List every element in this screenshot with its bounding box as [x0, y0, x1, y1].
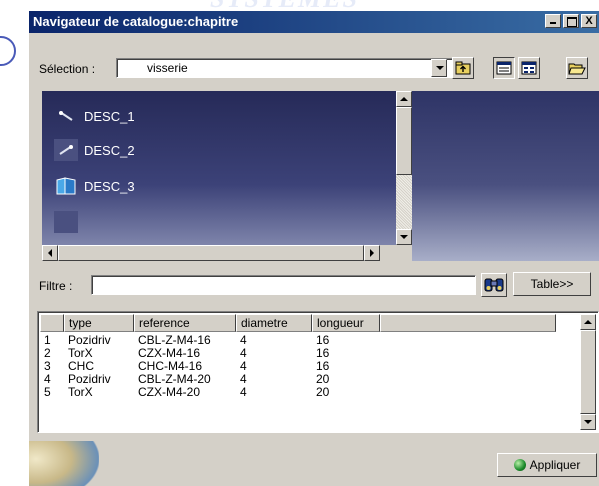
cell-longueur: 16 [316, 347, 330, 360]
cell-diametre: 4 [240, 360, 247, 373]
tree-item-label: DESC_3 [84, 178, 135, 194]
binoculars-icon [484, 278, 504, 292]
open-folder-icon [568, 63, 586, 75]
cell-reference: CBL-Z-M4-20 [138, 373, 211, 386]
selection-value: visserie [147, 61, 188, 75]
cell-reference: CZX-M4-16 [138, 347, 201, 360]
filter-input[interactable] [91, 275, 476, 295]
minimize-button[interactable] [545, 14, 561, 28]
cell-diametre: 4 [240, 373, 247, 386]
table-row[interactable]: 5 TorX CZX-M4-20 4 20 [40, 386, 380, 399]
book-icon [54, 175, 78, 197]
scroll-thumb[interactable] [396, 107, 412, 175]
scroll-thumb[interactable] [580, 330, 596, 414]
table-row[interactable]: 2 TorX CZX-M4-16 4 16 [40, 347, 380, 360]
background-circle [0, 36, 16, 66]
tree-vertical-scrollbar[interactable] [396, 91, 412, 245]
tree-item[interactable]: DESC_1 [54, 105, 135, 127]
cell-index: 5 [44, 386, 51, 399]
tree-item[interactable] [54, 211, 84, 233]
close-button[interactable]: X [581, 14, 597, 28]
screw-icon [54, 105, 78, 127]
scroll-corner [380, 245, 412, 261]
table-header: type reference diametre longueur [40, 314, 556, 332]
results-table[interactable]: type reference diametre longueur 1 Pozid… [37, 311, 599, 433]
parent-folder-button[interactable] [452, 57, 474, 79]
table-row[interactable]: 1 Pozidriv CBL-Z-M4-16 4 16 [40, 334, 380, 347]
table-vertical-scrollbar[interactable] [580, 314, 596, 430]
window-title: Navigateur de catalogue:chapitre [33, 14, 239, 29]
tree-item[interactable]: DESC_2 [54, 139, 135, 161]
column-header-type[interactable]: type [64, 314, 134, 332]
icons-view-icon [521, 61, 537, 75]
cell-type: TorX [68, 386, 93, 399]
decorative-art [29, 441, 99, 486]
cell-index: 1 [44, 334, 51, 347]
cell-reference: CBL-Z-M4-16 [138, 334, 211, 347]
cell-type: Pozidriv [68, 334, 111, 347]
cell-type: CHC [68, 360, 94, 373]
screw-icon [54, 139, 78, 161]
table-row[interactable]: 4 Pozidriv CBL-Z-M4-20 4 20 [40, 373, 380, 386]
open-file-button[interactable] [566, 57, 588, 79]
cell-reference: CZX-M4-20 [138, 386, 201, 399]
cell-type: TorX [68, 347, 93, 360]
table-row[interactable]: 3 CHC CHC-M4-16 4 16 [40, 360, 380, 373]
scroll-thumb[interactable] [58, 245, 364, 261]
cell-index: 3 [44, 360, 51, 373]
column-header-longueur[interactable]: longueur [312, 314, 380, 332]
selection-combo[interactable]: visserie [116, 58, 461, 78]
green-ball-icon [513, 459, 526, 471]
search-button[interactable] [481, 273, 507, 297]
column-header-reference[interactable]: reference [134, 314, 236, 332]
column-header-diametre[interactable]: diametre [236, 314, 312, 332]
apply-button[interactable]: Appliquer [497, 453, 597, 477]
tree-item[interactable]: DESC_3 [54, 175, 135, 197]
cell-diametre: 4 [240, 334, 247, 347]
column-header[interactable] [40, 314, 64, 332]
selection-dropdown-button[interactable] [431, 59, 447, 77]
cell-reference: CHC-M4-16 [138, 360, 203, 373]
scroll-right-button[interactable] [364, 245, 380, 261]
cell-longueur: 20 [316, 386, 330, 399]
cell-index: 2 [44, 347, 51, 360]
table-toggle-button[interactable]: Table>> [513, 272, 591, 296]
details-view-icon [496, 61, 512, 75]
catalog-browser-window: Navigateur de catalogue:chapitre X Sélec… [28, 10, 599, 486]
cell-type: Pozidriv [68, 373, 111, 386]
scroll-up-button[interactable] [396, 91, 412, 107]
tree-item-label: DESC_1 [84, 108, 135, 124]
selection-label: Sélection : [39, 62, 96, 76]
placeholder-icon [54, 211, 78, 233]
cell-longueur: 20 [316, 373, 330, 386]
folder-up-icon [455, 61, 471, 75]
maximize-button[interactable] [563, 14, 579, 28]
cell-index: 4 [44, 373, 51, 386]
cell-longueur: 16 [316, 360, 330, 373]
tree-horizontal-scrollbar[interactable] [42, 245, 396, 261]
scroll-down-button[interactable] [580, 414, 596, 430]
icon-view-button[interactable] [518, 57, 540, 79]
preview-panel [412, 91, 599, 261]
apply-button-label: Appliquer [529, 458, 581, 472]
scroll-down-button[interactable] [396, 229, 412, 245]
cell-longueur: 16 [316, 334, 330, 347]
column-header-filler [380, 314, 556, 332]
cell-diametre: 4 [240, 386, 247, 399]
catalog-tree[interactable]: DESC_1 DESC_2 DESC_3 [42, 91, 412, 261]
filter-label: Filtre : [39, 279, 73, 293]
scroll-up-button[interactable] [580, 314, 596, 330]
cell-diametre: 4 [240, 347, 247, 360]
list-view-button[interactable] [493, 57, 515, 79]
title-bar[interactable]: Navigateur de catalogue:chapitre X [29, 11, 599, 33]
tree-item-label: DESC_2 [84, 142, 135, 158]
scroll-left-button[interactable] [42, 245, 58, 261]
